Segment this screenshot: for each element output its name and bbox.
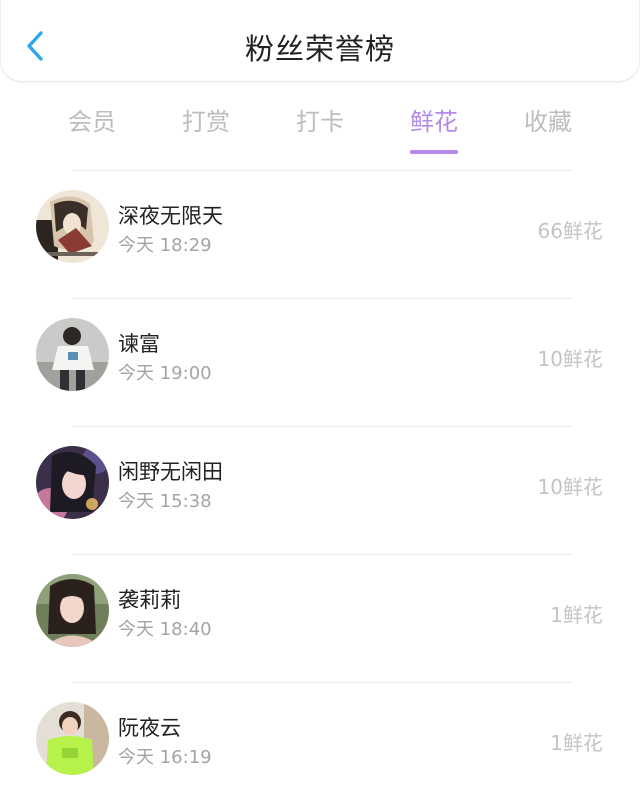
active-tab-indicator [410,150,458,154]
avatar[interactable] [36,190,109,263]
fan-name: 谏富 [118,332,160,356]
tab-label: 鲜花 [410,108,458,136]
flower-count: 66鲜花 [537,219,603,243]
tab-checkin[interactable]: 打卡 [280,102,360,137]
header-bar: 粉丝荣誉榜 [0,0,640,82]
tab-tips[interactable]: 打赏 [166,102,246,137]
list-item[interactable]: 袭莉莉 今天 18:40 1鲜花 [0,554,640,682]
list-item[interactable]: 闲野无闲田 今天 15:38 10鲜花 [0,426,640,554]
tab-label: 打卡 [296,108,344,136]
flower-count: 1鲜花 [550,603,603,627]
tab-label: 收藏 [524,108,572,136]
fan-name: 闲野无闲田 [118,460,223,484]
fan-time: 今天 18:40 [118,619,212,640]
fan-name: 阮夜云 [118,716,181,740]
fan-name: 深夜无限天 [118,204,223,228]
tab-favorites[interactable]: 收藏 [508,102,588,137]
fan-time: 今天 18:29 [118,235,212,256]
list-item[interactable]: 阮夜云 今天 16:19 1鲜花 [0,682,640,810]
list-item[interactable]: 深夜无限天 今天 18:29 66鲜花 [0,170,640,298]
avatar[interactable] [36,446,109,519]
fan-name: 袭莉莉 [118,588,181,612]
divider [72,426,572,427]
flower-count: 1鲜花 [550,731,603,755]
divider [72,554,572,555]
divider [72,298,572,299]
fan-time: 今天 15:38 [118,491,212,512]
fan-time: 今天 16:19 [118,747,212,768]
tab-flowers[interactable]: 鲜花 [394,102,474,154]
divider [72,682,572,683]
avatar[interactable] [36,574,109,647]
avatar[interactable] [36,702,109,775]
tab-label: 会员 [68,108,116,136]
divider [72,170,572,171]
fan-time: 今天 19:00 [118,363,212,384]
avatar[interactable] [36,318,109,391]
tab-membership[interactable]: 会员 [52,102,132,137]
page-title: 粉丝荣誉榜 [244,32,395,66]
tab-label: 打赏 [182,108,230,136]
flower-count: 10鲜花 [537,347,603,371]
tab-bar: 会员 打赏 打卡 鲜花 收藏 [0,96,640,156]
flower-count: 10鲜花 [537,475,603,499]
list-item[interactable]: 谏富 今天 19:00 10鲜花 [0,298,640,426]
